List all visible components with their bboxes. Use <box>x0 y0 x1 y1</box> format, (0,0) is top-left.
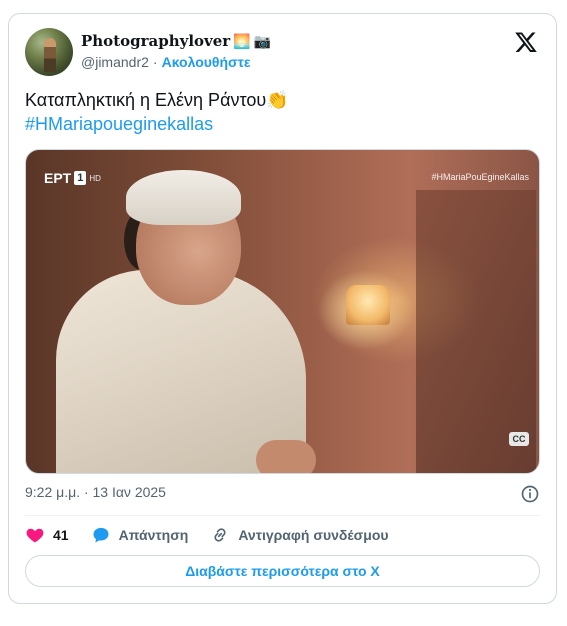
channel-hd: HD <box>89 173 101 183</box>
clapping-emoji: 👏 <box>266 90 289 110</box>
tweet-timestamp[interactable]: 9:22 μ.μ. · 13 Ιαν 2025 <box>25 484 166 500</box>
follow-link[interactable]: Ακολουθήστε <box>162 54 251 70</box>
read-more-button[interactable]: Διαβάστε περισσότερα στο X <box>25 555 540 587</box>
woman-headscarf <box>126 170 241 225</box>
handle-row: @jimandr2 · Ακολουθήστε <box>81 54 251 70</box>
tweet-embed-card: Photographylover 🌅 📷 @jimandr2 · Ακολουθ… <box>8 13 557 604</box>
reply-label: Απάντηση <box>118 527 189 543</box>
tweet-media[interactable]: ΕΡΤ 1 HD #HMariaPouEgineKallas CC <box>25 149 540 474</box>
media-overlay-hashtag: #HMariaPouEgineKallas <box>431 172 529 182</box>
avatar[interactable] <box>25 28 73 76</box>
x-logo-icon[interactable] <box>514 30 538 54</box>
tweet-body: Καταπληκτική η Ελένη Ράντου <box>25 90 267 110</box>
camera-emoji: 📷 <box>253 33 272 49</box>
tweet-text: Καταπληκτική η Ελένη Ράντου👏 #HMariapoue… <box>25 88 540 136</box>
like-button[interactable]: 41 <box>25 525 69 545</box>
channel-logo-text: ΕΡΤ <box>44 170 72 186</box>
like-count: 41 <box>53 527 69 543</box>
link-icon <box>214 528 226 542</box>
reply-button[interactable]: Απάντηση <box>91 525 189 545</box>
tweet-header: Photographylover 🌅 📷 @jimandr2 · Ακολουθ… <box>25 28 540 78</box>
hashtag-link[interactable]: #HMariapoueginekallas <box>25 112 540 136</box>
handle-separator: · <box>152 54 158 70</box>
author-name-row[interactable]: Photographylover 🌅 📷 <box>81 31 271 51</box>
background-lamp <box>346 285 390 325</box>
closed-captions-badge: CC <box>509 432 529 446</box>
copy-link-button[interactable]: Αντιγραφή συνδέσμου <box>210 525 389 545</box>
heart-icon <box>26 528 44 543</box>
reply-bubble-icon <box>93 527 109 543</box>
woman-hand <box>256 440 316 473</box>
channel-logo: ΕΡΤ 1 HD <box>44 170 101 186</box>
author-handle[interactable]: @jimandr2 <box>81 54 149 70</box>
divider <box>25 515 540 516</box>
info-icon[interactable] <box>520 484 540 504</box>
author-display-name[interactable]: Photographylover <box>81 32 230 50</box>
channel-number: 1 <box>74 171 87 185</box>
copy-link-label: Αντιγραφή συνδέσμου <box>238 527 389 543</box>
tweet-actions: 41 Απάντηση Αντιγραφή συνδέσμου <box>25 524 411 546</box>
sunrise-emoji: 🌅 <box>233 33 251 49</box>
